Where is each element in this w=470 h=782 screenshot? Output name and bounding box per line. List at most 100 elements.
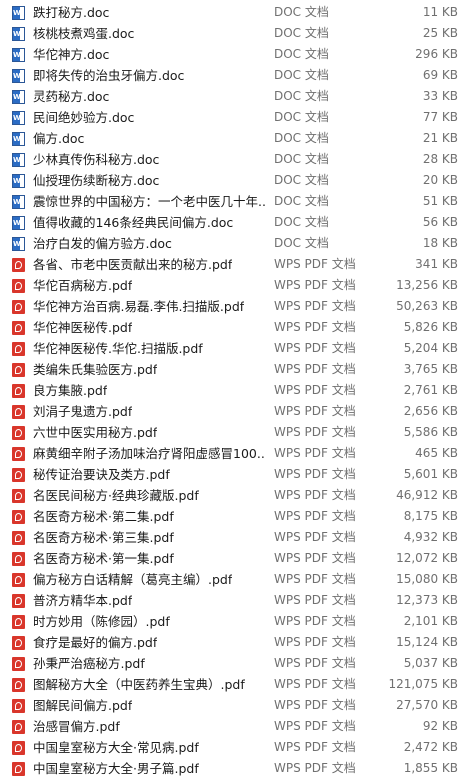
file-type: WPS PDF 文档 [274, 362, 356, 376]
file-row[interactable]: 即将失传的治虫牙偏方.doc DOC 文档 69 KB [0, 65, 470, 86]
file-name: 灵药秘方.doc [33, 89, 110, 104]
file-row[interactable]: 普济方精华本.pdf WPS PDF 文档 12,373 KB [0, 590, 470, 611]
word-doc-icon [12, 6, 25, 20]
pdf-icon [12, 258, 25, 272]
file-row[interactable]: 秘传证治要诀及类方.pdf WPS PDF 文档 5,601 KB [0, 464, 470, 485]
pdf-icon [12, 426, 25, 440]
pdf-icon [12, 678, 25, 692]
file-row[interactable]: 时方妙用（陈修园）.pdf WPS PDF 文档 2,101 KB [0, 611, 470, 632]
pdf-icon [12, 363, 25, 377]
file-row[interactable]: 孙秉严治癌秘方.pdf WPS PDF 文档 5,037 KB [0, 653, 470, 674]
file-name: 华佗神方治百病.易磊.李伟.扫描版.pdf [33, 299, 245, 314]
file-size: 69 KB [422, 68, 458, 82]
file-size: 2,472 KB [403, 740, 458, 754]
file-row[interactable]: 治感冒偏方.pdf WPS PDF 文档 92 KB [0, 716, 470, 737]
pdf-icon [12, 615, 25, 629]
file-size: 2,761 KB [403, 383, 458, 397]
file-row[interactable]: 华佗神方.doc DOC 文档 296 KB [0, 44, 470, 65]
file-size: 12,072 KB [396, 551, 458, 565]
file-name: 时方妙用（陈修园）.pdf [33, 614, 170, 629]
file-size: 2,656 KB [403, 404, 458, 418]
file-name: 类编朱氏集验医方.pdf [33, 362, 158, 377]
file-row[interactable]: 震惊世界的中国秘方：一个老中医几十年... DOC 文档 51 KB [0, 191, 470, 212]
file-row[interactable]: 核桃枝煮鸡蛋.doc DOC 文档 25 KB [0, 23, 470, 44]
file-name: 治感冒偏方.pdf [33, 719, 120, 734]
file-size: 2,101 KB [403, 614, 458, 628]
file-row[interactable]: 名医奇方秘术·第三集.pdf WPS PDF 文档 4,932 KB [0, 527, 470, 548]
file-row[interactable]: 偏方秘方白话精解（葛亮主编）.pdf WPS PDF 文档 15,080 KB [0, 569, 470, 590]
file-name: 食疗是最好的偏方.pdf [33, 635, 158, 650]
file-row[interactable]: 灵药秘方.doc DOC 文档 33 KB [0, 86, 470, 107]
file-name: 震惊世界的中国秘方：一个老中医几十年... [33, 194, 265, 209]
word-doc-icon [12, 27, 25, 41]
file-row[interactable]: 仙授理伤续断秘方.doc DOC 文档 20 KB [0, 170, 470, 191]
pdf-icon [12, 384, 25, 398]
file-row[interactable]: 民间绝妙验方.doc DOC 文档 77 KB [0, 107, 470, 128]
file-row[interactable]: 图解民间偏方.pdf WPS PDF 文档 27,570 KB [0, 695, 470, 716]
file-type: WPS PDF 文档 [274, 635, 356, 649]
file-name: 名医民间秘方·经典珍藏版.pdf [33, 488, 199, 503]
file-name: 少林真传伤科秘方.doc [33, 152, 160, 167]
file-size: 4,932 KB [403, 530, 458, 544]
file-row[interactable]: 少林真传伤科秘方.doc DOC 文档 28 KB [0, 149, 470, 170]
file-row[interactable]: 名医民间秘方·经典珍藏版.pdf WPS PDF 文档 46,912 KB [0, 485, 470, 506]
word-doc-icon [12, 216, 25, 230]
file-row[interactable]: 刘涓子鬼遗方.pdf WPS PDF 文档 2,656 KB [0, 401, 470, 422]
file-row[interactable]: 类编朱氏集验医方.pdf WPS PDF 文档 3,765 KB [0, 359, 470, 380]
file-name: 偏方秘方白话精解（葛亮主编）.pdf [33, 572, 233, 587]
file-type: WPS PDF 文档 [274, 572, 356, 586]
file-size: 341 KB [415, 257, 458, 271]
file-size: 5,586 KB [403, 425, 458, 439]
file-row[interactable]: 各省、市老中医贡献出来的秘方.pdf WPS PDF 文档 341 KB [0, 254, 470, 275]
file-type: WPS PDF 文档 [274, 761, 356, 775]
file-name: 民间绝妙验方.doc [33, 110, 135, 125]
file-size: 18 KB [422, 236, 458, 250]
file-row[interactable]: 治疗白发的偏方验方.doc DOC 文档 18 KB [0, 233, 470, 254]
file-size: 92 KB [422, 719, 458, 733]
file-row[interactable]: 华佗神医秘传.华佗.扫描版.pdf WPS PDF 文档 5,204 KB [0, 338, 470, 359]
file-type: WPS PDF 文档 [274, 698, 356, 712]
file-row[interactable]: 名医奇方秘术·第二集.pdf WPS PDF 文档 8,175 KB [0, 506, 470, 527]
file-size: 28 KB [422, 152, 458, 166]
file-name: 中国皇室秘方大全·常见病.pdf [33, 740, 199, 755]
file-row[interactable]: 华佗百病秘方.pdf WPS PDF 文档 13,256 KB [0, 275, 470, 296]
file-name: 仙授理伤续断秘方.doc [33, 173, 160, 188]
file-type: WPS PDF 文档 [274, 530, 356, 544]
file-row[interactable]: 麻黄细辛附子汤加味治疗肾阳虚感冒100... WPS PDF 文档 465 KB [0, 443, 470, 464]
file-size: 77 KB [422, 110, 458, 124]
pdf-icon [12, 594, 25, 608]
file-type: WPS PDF 文档 [274, 467, 356, 481]
file-row[interactable]: 值得收藏的146条经典民间偏方.doc DOC 文档 56 KB [0, 212, 470, 233]
file-type: DOC 文档 [274, 173, 329, 187]
file-type: DOC 文档 [274, 110, 329, 124]
file-type: WPS PDF 文档 [274, 278, 356, 292]
file-name: 秘传证治要诀及类方.pdf [33, 467, 170, 482]
file-row[interactable]: 中国皇室秘方大全·男子篇.pdf WPS PDF 文档 1,855 KB [0, 758, 470, 779]
file-row[interactable]: 华佗神医秘传.pdf WPS PDF 文档 5,826 KB [0, 317, 470, 338]
pdf-icon [12, 657, 25, 671]
file-type: DOC 文档 [274, 152, 329, 166]
file-row[interactable]: 食疗是最好的偏方.pdf WPS PDF 文档 15,124 KB [0, 632, 470, 653]
file-size: 13,256 KB [396, 278, 458, 292]
file-size: 46,912 KB [396, 488, 458, 502]
file-type: WPS PDF 文档 [274, 719, 356, 733]
file-row[interactable]: 良方集腋.pdf WPS PDF 文档 2,761 KB [0, 380, 470, 401]
file-size: 1,855 KB [403, 761, 458, 775]
file-name: 刘涓子鬼遗方.pdf [33, 404, 133, 419]
word-doc-icon [12, 90, 25, 104]
file-row[interactable]: 图解秘方大全（中医药养生宝典）.pdf WPS PDF 文档 121,075 KB [0, 674, 470, 695]
file-row[interactable]: 名医奇方秘术·第一集.pdf WPS PDF 文档 12,072 KB [0, 548, 470, 569]
file-row[interactable]: 华佗神方治百病.易磊.李伟.扫描版.pdf WPS PDF 文档 50,263 KB [0, 296, 470, 317]
file-name: 名医奇方秘术·第二集.pdf [33, 509, 174, 524]
file-row[interactable]: 偏方.doc DOC 文档 21 KB [0, 128, 470, 149]
file-row[interactable]: 中国皇室秘方大全·常见病.pdf WPS PDF 文档 2,472 KB [0, 737, 470, 758]
file-size: 27,570 KB [396, 698, 458, 712]
pdf-icon [12, 321, 25, 335]
file-size: 25 KB [422, 26, 458, 40]
file-row[interactable]: 跌打秘方.doc DOC 文档 11 KB [0, 2, 470, 23]
word-doc-icon [12, 195, 25, 209]
file-size: 5,826 KB [403, 320, 458, 334]
file-name: 华佗神医秘传.pdf [33, 320, 133, 335]
file-row[interactable]: 六世中医实用秘方.pdf WPS PDF 文档 5,586 KB [0, 422, 470, 443]
file-name: 中国皇室秘方大全·男子篇.pdf [33, 761, 199, 776]
